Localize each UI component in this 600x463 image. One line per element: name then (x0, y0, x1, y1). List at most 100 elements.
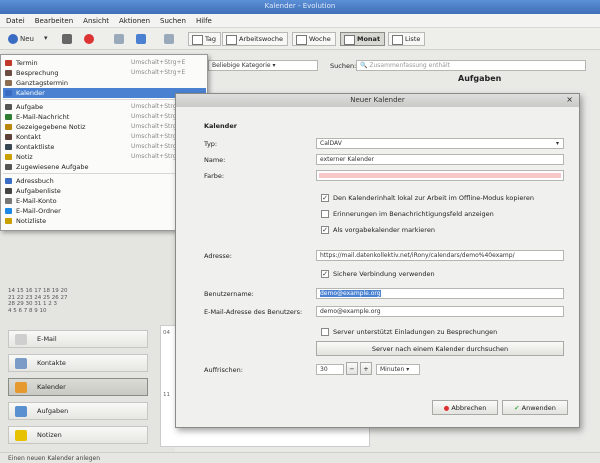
url-input[interactable]: https://mail.datenkollektiv.net/iRony/ca… (316, 250, 564, 261)
menu-item-icon (5, 154, 12, 160)
menu-item-label: Notizliste (16, 217, 47, 225)
close-icon[interactable]: × (566, 95, 573, 104)
menu-item-termin[interactable]: Termin Umschalt+Strg+E (3, 58, 206, 68)
menu-item-icon (5, 70, 12, 76)
menu-item-label: E-Mail-Konto (16, 197, 57, 205)
default-calendar-checkbox[interactable]: ✓ Als vorgabekalender markieren (321, 226, 435, 234)
new-dropdown-arrow[interactable]: ▾ (40, 32, 52, 46)
username-label: Benutzername: (204, 290, 254, 298)
calendar-icon (15, 382, 27, 393)
menu-item-label: Aufgabenliste (16, 187, 61, 195)
dialog-title: Neuer Kalender (176, 94, 579, 107)
menu-item-icon (5, 114, 12, 120)
increment-button[interactable]: + (360, 362, 372, 375)
print-icon[interactable] (58, 32, 78, 46)
menu-item-besprechung[interactable]: Besprechung Umschalt+Strg+E (3, 68, 206, 78)
nav-email[interactable]: E-Mail (8, 330, 148, 348)
menu-aktionen[interactable]: Aktionen (113, 14, 154, 25)
new-button[interactable]: Neu (4, 32, 38, 46)
nav-label: Kalender (37, 383, 66, 391)
user-email-input[interactable]: demo@example.org (316, 306, 564, 317)
reminders-checkbox[interactable]: Erinnerungen im Benachrichtigungsfeld an… (321, 210, 494, 218)
secure-connection-checkbox[interactable]: ✓ Sichere Verbindung verwenden (321, 270, 435, 278)
tasks-icon (15, 406, 27, 417)
refresh-interval-input[interactable]: 30 (316, 364, 344, 375)
today-icon[interactable] (132, 32, 152, 46)
day-number: 04 (163, 330, 170, 336)
menu-bearbeiten[interactable]: Bearbeiten (29, 14, 77, 25)
menu-ansicht[interactable]: Ansicht (77, 14, 113, 25)
view-workweek-button[interactable]: Arbeitswoche (222, 32, 288, 46)
apply-button[interactable]: ✔ Anwenden (502, 400, 568, 415)
menu-item-ganztagstermin[interactable]: Ganztagstermin (3, 78, 206, 88)
new-button-label: Neu (20, 35, 34, 43)
menu-item-icon (5, 164, 12, 170)
search-icon: 🔍 (360, 62, 370, 69)
menu-item-label: Kalender (16, 89, 45, 97)
menu-suchen[interactable]: Suchen (154, 14, 190, 25)
filter-bar: Beliebige Kategorie ▾ Suchen: 🔍 Zusammen… (208, 60, 600, 83)
menu-item-label: Aufgabe (16, 103, 44, 111)
go-forward-icon[interactable] (160, 32, 180, 46)
contacts-icon (15, 358, 27, 369)
refresh-unit-select[interactable]: Minuten ▾ (376, 364, 420, 375)
category-select[interactable]: Beliebige Kategorie ▾ (208, 60, 318, 71)
view-day-button[interactable]: Tag (188, 32, 222, 46)
mini-calendar[interactable]: 14 15 16 17 18 19 20 21 22 23 24 25 26 2… (8, 288, 148, 318)
view-list-button[interactable]: Liste (388, 32, 426, 46)
nav-contacts[interactable]: Kontakte (8, 354, 148, 372)
menu-hilfe[interactable]: Hilfe (190, 14, 216, 25)
nav-label: Kontakte (37, 359, 66, 367)
menu-item-icon (5, 90, 12, 96)
cancel-icon: ● (443, 404, 450, 412)
menu-item-icon (5, 134, 12, 140)
nav-calendar[interactable]: Kalender (8, 378, 148, 396)
menu-item-icon (5, 124, 12, 130)
menu-item-icon (5, 218, 12, 224)
go-back-icon[interactable] (110, 32, 130, 46)
offline-checkbox[interactable]: ✓ Den Kalenderinhalt lokal zur Arbeit im … (321, 194, 534, 202)
menu-item-icon (5, 144, 12, 150)
type-select[interactable]: CalDAV ▾ (316, 138, 564, 149)
menu-datei[interactable]: Datei (0, 14, 29, 25)
menu-item-icon (5, 80, 12, 86)
refresh-label: Auffrischen: (204, 366, 243, 374)
search-label: Suchen: (330, 62, 357, 70)
search-input[interactable]: 🔍 Zusammenfassung enthält (356, 60, 586, 71)
new-icon (8, 34, 18, 44)
delete-icon[interactable] (80, 32, 100, 46)
day-number: 11 (163, 392, 170, 398)
name-input[interactable]: externer Kalender (316, 154, 564, 165)
view-week-button[interactable]: Woche (292, 32, 336, 46)
nav-tasks[interactable]: Aufgaben (8, 402, 148, 420)
menubar: Datei Bearbeiten Ansicht Aktionen Suchen Hilf… (0, 14, 600, 28)
menu-item-icon (5, 178, 12, 184)
server-invitations-checkbox[interactable]: Server unterstützt Einladungen zu Bespre… (321, 328, 497, 336)
menu-item-icon (5, 188, 12, 194)
type-label: Typ: (204, 140, 218, 148)
menu-item-label: Gezeigegebene Notiz (16, 123, 86, 131)
menu-item-shortcut: Umschalt+Strg+E (131, 69, 186, 76)
color-picker[interactable] (316, 170, 564, 181)
tasks-header: Aufgaben (458, 74, 502, 83)
nav-label: Aufgaben (37, 407, 69, 415)
notes-icon (15, 430, 27, 441)
username-input[interactable]: demo@example.org (316, 288, 564, 299)
menu-item-label: Kontakt (16, 133, 41, 141)
status-text: Einen neuen Kalender anlegen (8, 455, 101, 462)
view-month-button[interactable]: Monat (340, 32, 386, 46)
window-title: Kalender - Evolution (264, 2, 336, 10)
decrement-button[interactable]: − (346, 362, 358, 375)
checkmark-icon: ✔ (514, 404, 520, 412)
find-calendar-button[interactable]: Server nach einem Kalender durchsuchen (316, 341, 564, 356)
nav-notes[interactable]: Notizen (8, 426, 148, 444)
menu-item-label: E-Mail-Nachricht (16, 113, 70, 121)
menu-item-label: Ganztagstermin (16, 79, 68, 87)
user-email-label: E-Mail-Adresse des Benutzers: (204, 308, 303, 316)
menu-item-label: Zugewiesene Aufgabe (16, 163, 89, 171)
new-calendar-dialog: Neuer Kalender × Kalender Typ: CalDAV ▾ N… (175, 93, 580, 428)
menu-item-icon (5, 198, 12, 204)
cancel-button[interactable]: ● Abbrechen (432, 400, 498, 415)
toolbar: Neu ▾ Tag Arbeitswoche Woche Monat Liste (0, 28, 600, 50)
menu-item-shortcut: Umschalt+Strg+E (131, 59, 186, 66)
